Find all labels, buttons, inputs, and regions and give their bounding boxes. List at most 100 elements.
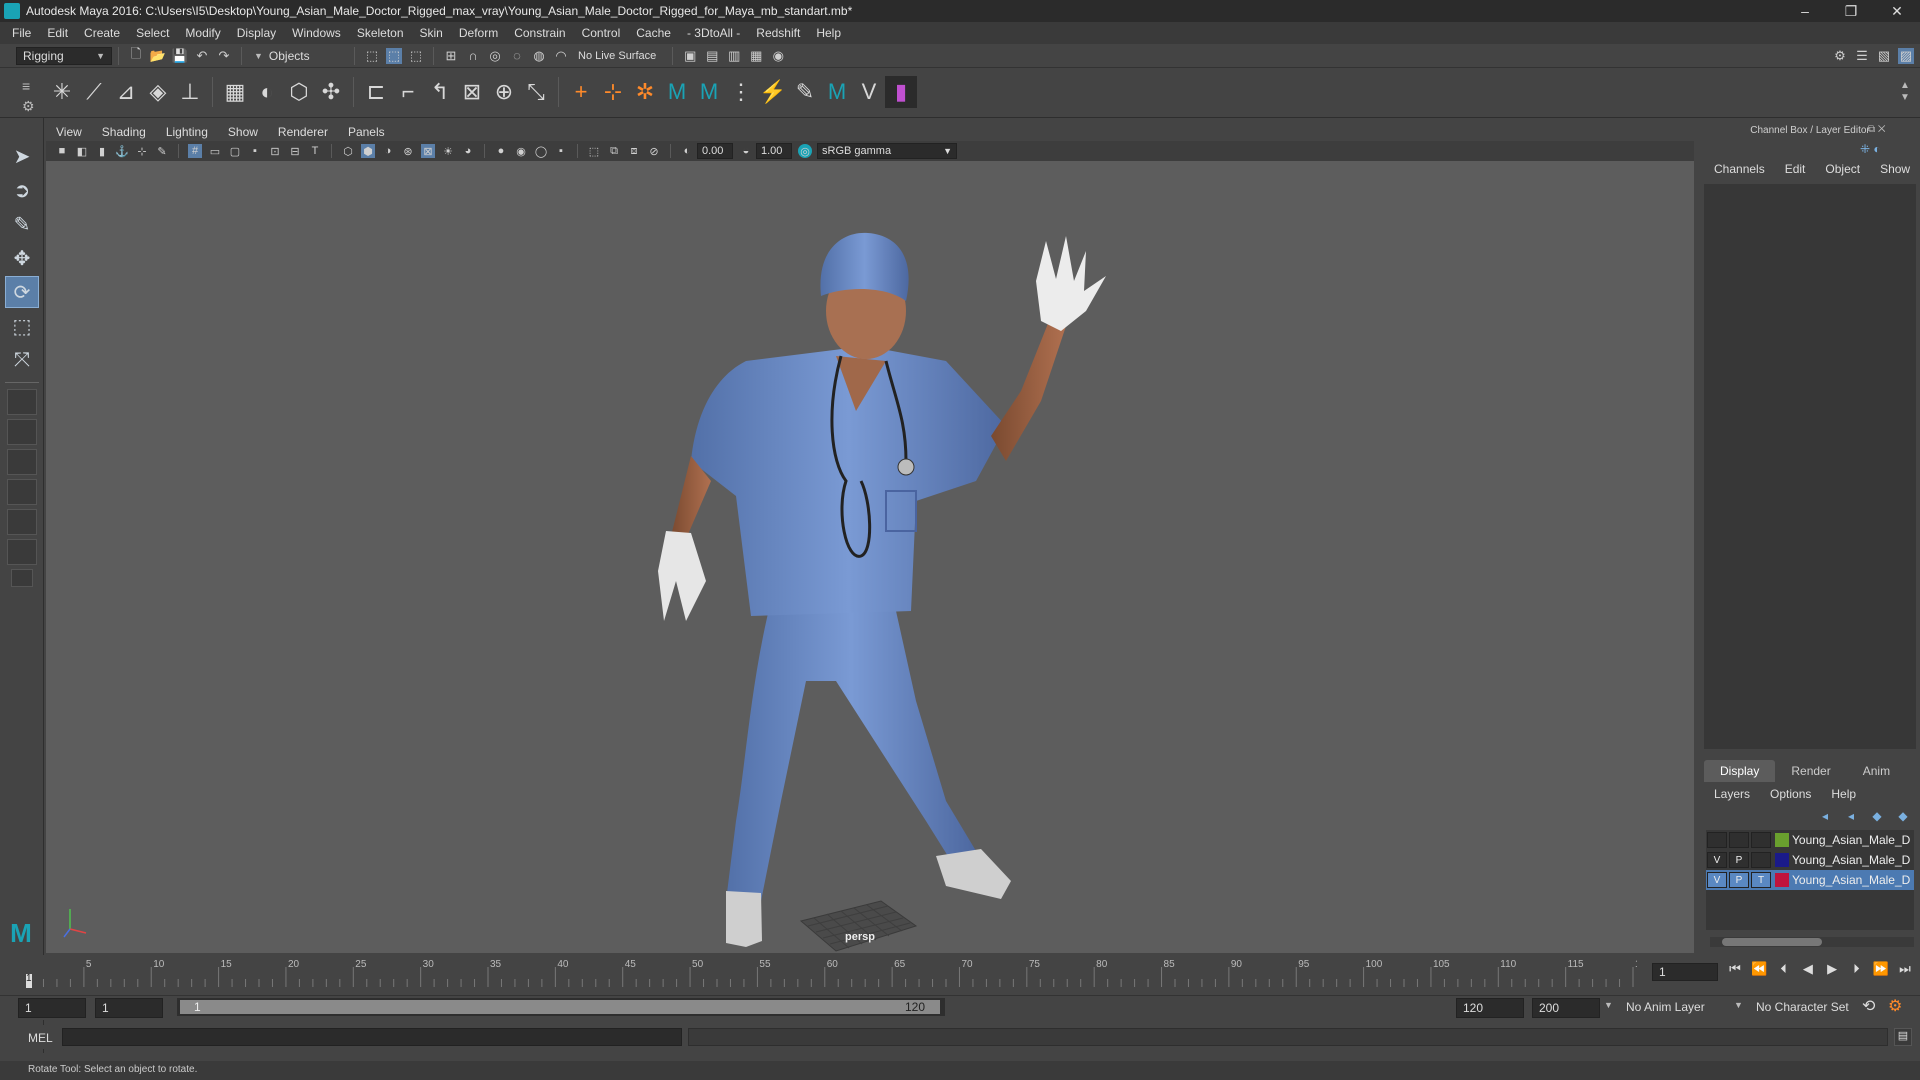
bind-skin-icon[interactable]: ▦ — [219, 76, 251, 108]
close-button[interactable]: ✕ — [1874, 0, 1920, 22]
xray-active-icon[interactable]: ⧈ — [627, 144, 641, 158]
side-by-side-layout-icon[interactable] — [7, 449, 37, 475]
maximize-button[interactable]: ❐ — [1828, 0, 1874, 22]
camera-icon[interactable]: ■ — [55, 144, 69, 158]
new-layer-icon[interactable]: ◆ — [1894, 809, 1912, 823]
scale-tool-icon[interactable]: ⬚ — [5, 310, 39, 342]
viewport-3d[interactable] — [46, 161, 1694, 953]
four-pane-layout-icon[interactable] — [7, 419, 37, 445]
layer-row[interactable]: V P Young_Asian_Male_Do — [1706, 850, 1914, 870]
grid-icon[interactable]: # — [188, 144, 202, 158]
menu-help[interactable]: Help — [808, 26, 849, 40]
render-current-icon[interactable]: ▤ — [704, 48, 720, 64]
select-object-icon[interactable]: ⬚ — [386, 47, 402, 64]
show-menu[interactable]: Show — [1870, 162, 1920, 182]
depth-of-field-icon[interactable]: ▪ — [554, 144, 568, 158]
live-surface-label[interactable]: No Live Surface — [578, 50, 656, 62]
persp-graph-layout-icon[interactable] — [7, 479, 37, 505]
wireframe-icon[interactable]: ⬡ — [341, 144, 355, 158]
open-scene-icon[interactable]: 📂 — [150, 48, 166, 64]
menu-display[interactable]: Display — [229, 26, 284, 40]
layer-type-toggle[interactable] — [1751, 852, 1771, 868]
layer-color-swatch[interactable] — [1775, 833, 1789, 847]
single-pane-layout-icon[interactable] — [7, 389, 37, 415]
channels-menu[interactable]: Channels — [1704, 162, 1775, 182]
render-view-icon[interactable]: ▣ — [682, 48, 698, 64]
help-menu[interactable]: Help — [1821, 784, 1866, 804]
new-scene-icon[interactable]: 🗋 — [128, 46, 144, 64]
script-editor-icon[interactable]: ▤ — [1894, 1028, 1912, 1046]
motion-blur-icon[interactable]: ◉ — [514, 144, 528, 158]
light-script-icon[interactable]: ⚡ — [757, 76, 789, 108]
gamma-icon[interactable]: ◒ — [739, 144, 753, 158]
mel-label[interactable]: MEL — [28, 1031, 53, 1045]
brush-script-icon[interactable]: ✎ — [789, 76, 821, 108]
layer-playback-toggle[interactable]: P — [1729, 852, 1749, 868]
current-frame-field[interactable]: 1 — [1652, 963, 1718, 981]
minimize-button[interactable]: – — [1782, 0, 1828, 22]
viewport-menu-lighting[interactable]: Lighting — [156, 125, 218, 139]
image-plane-icon[interactable]: ⚓ — [115, 144, 129, 158]
menu-3dtoall[interactable]: - 3DtoAll - — [679, 26, 748, 40]
redo-icon[interactable]: ↷ — [216, 48, 232, 64]
layer-visibility-toggle[interactable] — [1707, 832, 1727, 848]
menu-select[interactable]: Select — [128, 26, 177, 40]
exposure-icon[interactable]: ◐ — [680, 144, 694, 158]
snap-curve-icon[interactable]: ∩ — [465, 48, 481, 64]
lattice-icon[interactable]: ⬡ — [283, 76, 315, 108]
chevron-down-icon[interactable]: ▼ — [1734, 1000, 1743, 1010]
tool-settings-icon[interactable]: ▧ — [1876, 48, 1892, 64]
anim-layer-dropdown[interactable]: No Anim Layer — [1626, 1000, 1705, 1014]
menu-skeleton[interactable]: Skeleton — [349, 26, 412, 40]
menu-redshift[interactable]: Redshift — [748, 26, 808, 40]
chevron-down-icon[interactable]: ▼ — [1604, 1000, 1613, 1010]
default-material-icon[interactable]: ◑ — [381, 144, 395, 158]
layer-color-swatch[interactable] — [1775, 873, 1789, 887]
layer-visibility-toggle[interactable]: V — [1707, 872, 1727, 888]
channel-script-icon[interactable]: ⋮ — [725, 76, 757, 108]
viewport-menu-panels[interactable]: Panels — [338, 125, 395, 139]
step-forward-icon[interactable]: ⏩ — [1871, 961, 1891, 983]
2d-pan-icon[interactable]: ⊹ — [135, 144, 149, 158]
textured-icon[interactable]: ⊠ — [421, 144, 435, 158]
parent-constraint-icon[interactable]: ⊕ — [488, 76, 520, 108]
script-maya3-icon[interactable]: M — [821, 76, 853, 108]
script-maya-icon[interactable]: M — [661, 76, 693, 108]
preferences-icon[interactable]: ⚙ — [1888, 996, 1902, 1016]
aim-constraint-icon[interactable]: ↰ — [424, 76, 456, 108]
shelf-menu-icon[interactable]: ≡ — [22, 78, 30, 94]
layer-visibility-toggle[interactable]: V — [1707, 852, 1727, 868]
exposure-field[interactable]: 0.00 — [697, 143, 733, 159]
ambient-occlusion-icon[interactable]: ● — [494, 144, 508, 158]
snap-view-icon[interactable]: ◌ — [509, 48, 525, 64]
viewport-menu-shading[interactable]: Shading — [92, 125, 156, 139]
film-gate-icon[interactable]: ▭ — [208, 144, 222, 158]
viewport-menu-view[interactable]: View — [46, 125, 92, 139]
step-back-icon[interactable]: ⏪ — [1749, 961, 1769, 983]
ik-handle-icon[interactable]: ⟋ — [78, 76, 110, 108]
locator-constraint-icon[interactable]: ⊹ — [597, 76, 629, 108]
menu-deform[interactable]: Deform — [451, 26, 506, 40]
gamma-field[interactable]: 1.00 — [756, 143, 792, 159]
persp-outliner-layout-icon[interactable] — [7, 509, 37, 535]
mirror-joint-icon[interactable]: ◈ — [142, 76, 174, 108]
make-live-icon[interactable]: ◠ — [553, 48, 569, 64]
lasso-tool-icon[interactable]: ➲ — [5, 174, 39, 206]
menu-windows[interactable]: Windows — [284, 26, 349, 40]
move-layer-down-icon[interactable]: ◂ — [1842, 809, 1860, 823]
channel-box-toggle-icon[interactable]: ▨ — [1898, 47, 1914, 64]
range-slider-handle[interactable] — [180, 1000, 940, 1014]
menu-modify[interactable]: Modify — [177, 26, 228, 40]
character-set-dropdown[interactable]: No Character Set — [1756, 1000, 1849, 1014]
wireframe-on-shaded-icon[interactable]: ⊛ — [401, 144, 415, 158]
tab-render[interactable]: Render — [1775, 760, 1846, 782]
scale-constraint-icon[interactable]: ⊠ — [456, 76, 488, 108]
layers-menu[interactable]: Layers — [1704, 784, 1760, 804]
play-forwards-icon[interactable]: ▶ — [1822, 961, 1842, 983]
shelf-settings-icon[interactable]: ⚙ — [22, 98, 35, 115]
camera-attr-icon[interactable]: ◧ — [75, 144, 89, 158]
mel-input[interactable] — [62, 1028, 682, 1046]
paint-select-tool-icon[interactable]: ✎ — [5, 208, 39, 240]
script-maya2-icon[interactable]: M — [693, 76, 725, 108]
menu-create[interactable]: Create — [76, 26, 128, 40]
